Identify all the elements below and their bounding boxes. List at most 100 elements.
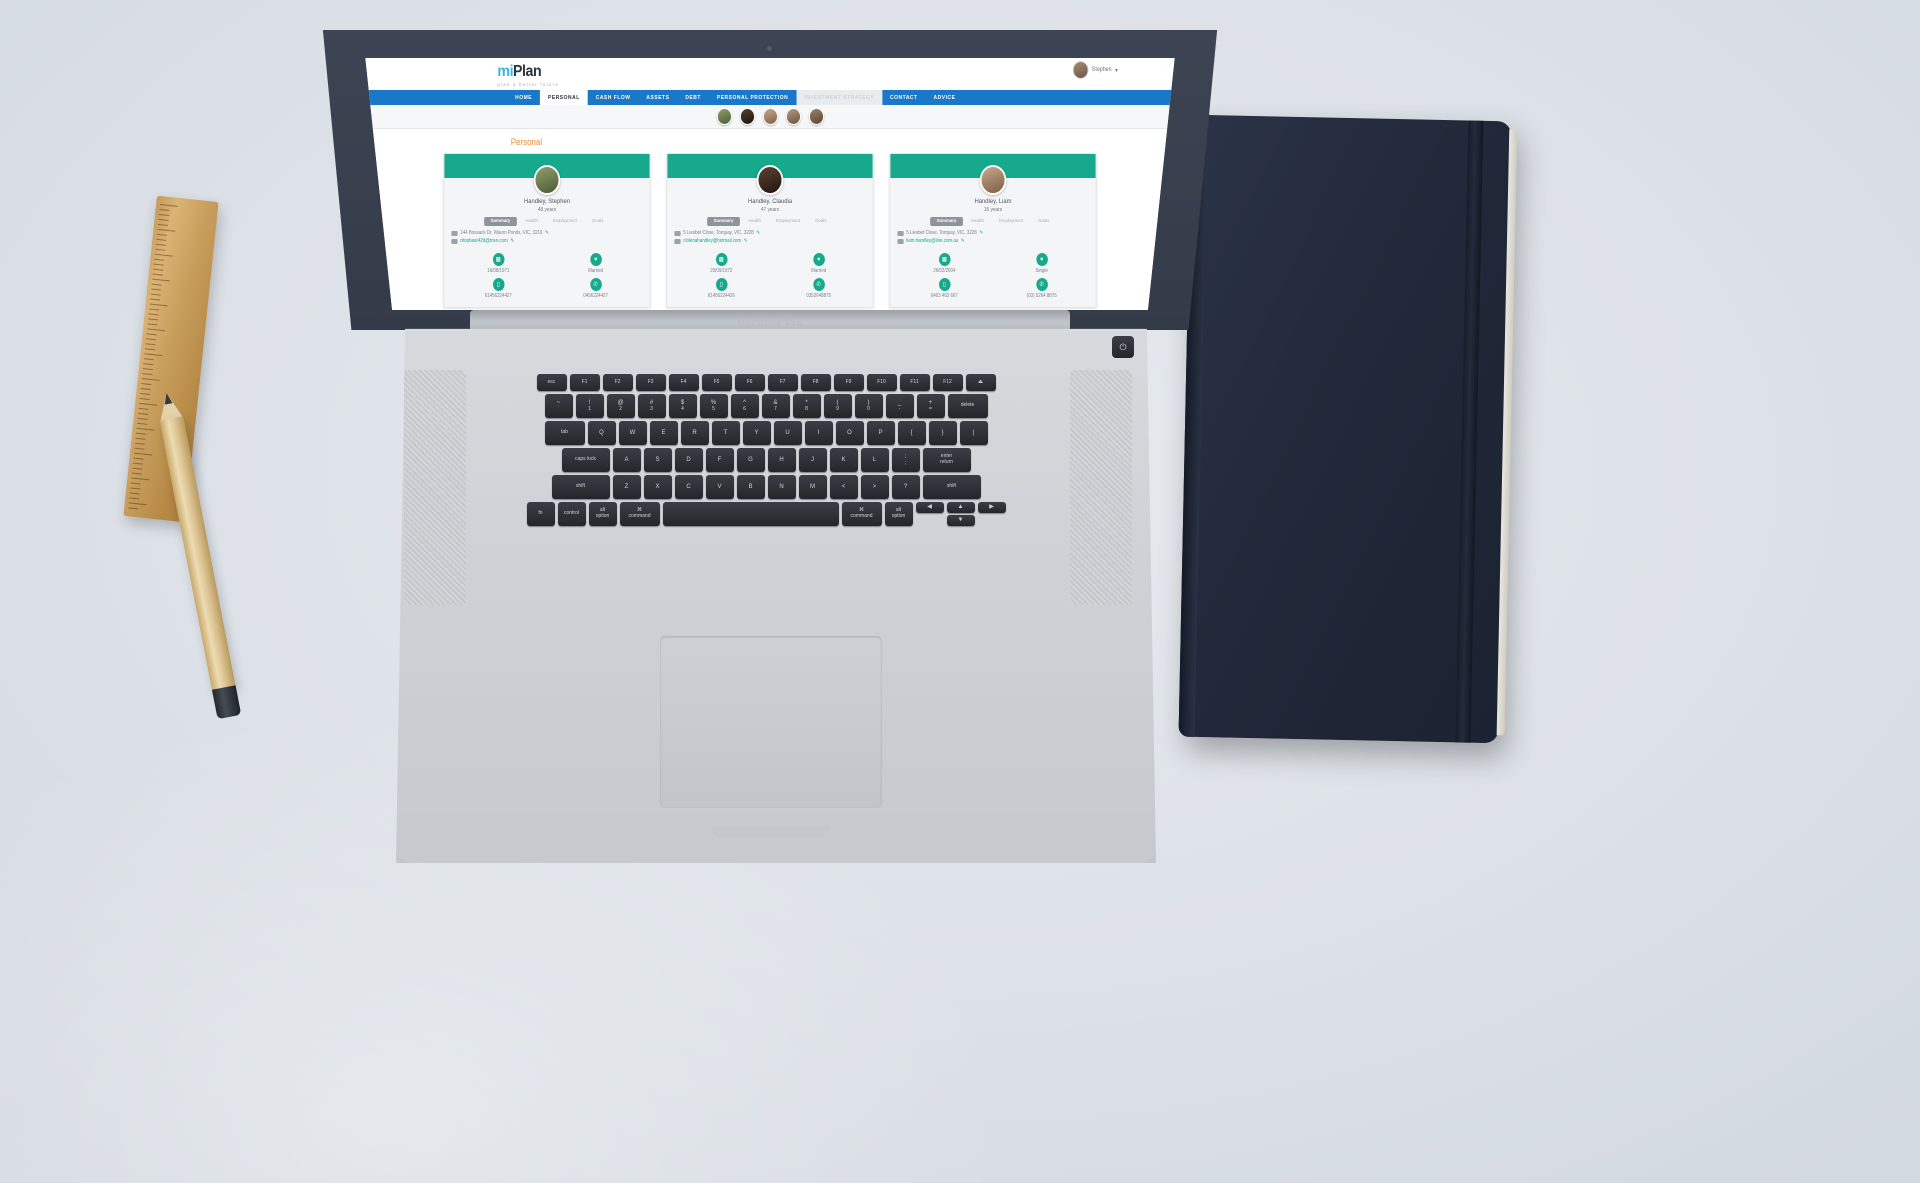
key-c[interactable]: C xyxy=(674,475,703,499)
user-menu[interactable]: Stephen ▾ xyxy=(1072,61,1118,79)
key-y[interactable]: Y xyxy=(742,421,771,445)
key-shift-right[interactable]: shift xyxy=(922,475,981,499)
key-w[interactable]: W xyxy=(618,421,647,445)
key-arrow-up[interactable]: ▲ xyxy=(946,502,975,513)
person-card[interactable]: Handley, Stephen 48 years Summary Health… xyxy=(443,153,651,308)
people-avatar-1[interactable] xyxy=(716,108,732,125)
logo[interactable]: miPlan plan a better future xyxy=(497,63,559,87)
trackpad[interactable] xyxy=(660,636,882,808)
card-tabs[interactable]: Summary Health Employment Goals xyxy=(444,217,649,226)
key-bracket-left[interactable]: { xyxy=(897,421,926,445)
key-arrow-right[interactable]: ▶ xyxy=(977,502,1006,513)
tab-summary[interactable]: Summary xyxy=(484,217,517,226)
key-delete[interactable]: delete xyxy=(947,394,988,418)
key-comma[interactable]: < xyxy=(829,475,858,499)
key-e[interactable]: E xyxy=(649,421,678,445)
key-2[interactable]: @2 xyxy=(606,394,635,418)
key-0[interactable]: ) 0 xyxy=(854,394,883,418)
email-value[interactable]: liam.handley@iine.com.au xyxy=(906,238,958,246)
key-command-left[interactable]: ⌘ command xyxy=(619,502,660,526)
key-k[interactable]: K xyxy=(829,448,858,472)
key-f12[interactable]: F12 xyxy=(932,374,963,391)
key-5[interactable]: % 5 xyxy=(699,394,728,418)
key-command-right[interactable]: ⌘ command xyxy=(841,502,882,526)
nav-item-debt[interactable]: DEBT xyxy=(677,90,709,105)
tab-goals[interactable]: Goals xyxy=(809,217,833,226)
tab-health[interactable]: Health xyxy=(519,217,544,226)
tab-summary[interactable]: Summary xyxy=(707,217,740,226)
key-f4[interactable]: F4 xyxy=(668,374,699,391)
key-f11[interactable]: F11 xyxy=(899,374,930,391)
edit-pencil-icon[interactable]: ✎ xyxy=(545,230,549,238)
card-tabs[interactable]: Summary Health Employment Goals xyxy=(667,217,872,226)
power-button[interactable]: ⏻ xyxy=(1112,336,1134,358)
people-selector-strip[interactable] xyxy=(365,105,1175,129)
key-u[interactable]: U xyxy=(773,421,802,445)
nav-item-investment-strategy[interactable]: INVESTMENT STRATEGY xyxy=(796,90,883,105)
key-f8[interactable]: F8 xyxy=(800,374,831,391)
nav-item-personal-protection[interactable]: PERSONAL PROTECTION xyxy=(709,90,796,105)
key-v[interactable]: V xyxy=(705,475,734,499)
key-g[interactable]: G xyxy=(736,448,765,472)
key-esc[interactable]: esc xyxy=(536,374,567,391)
key-equals[interactable]: + = xyxy=(916,394,945,418)
key-f7[interactable]: F7 xyxy=(767,374,798,391)
key-t[interactable]: T xyxy=(711,421,740,445)
tab-employment[interactable]: Employment xyxy=(547,217,583,226)
key-9[interactable]: (9 xyxy=(823,394,852,418)
tab-goals[interactable]: Goals xyxy=(586,217,610,226)
people-avatar-4[interactable] xyxy=(785,108,801,125)
nav-item-personal[interactable]: PERSONAL xyxy=(540,90,588,105)
nav-item-cash-flow[interactable]: CASH FLOW xyxy=(588,90,639,105)
key-q[interactable]: Q xyxy=(587,421,616,445)
key-o[interactable]: O xyxy=(835,421,864,445)
key-7[interactable]: & 7 xyxy=(761,394,790,418)
key-j[interactable]: J xyxy=(798,448,827,472)
people-avatar-5[interactable] xyxy=(808,108,824,125)
tab-health[interactable]: Health xyxy=(965,217,990,226)
edit-pencil-icon[interactable]: ✎ xyxy=(979,230,983,238)
key-b[interactable]: B xyxy=(736,475,765,499)
key-space[interactable] xyxy=(662,502,839,526)
key-i[interactable]: I xyxy=(804,421,833,445)
email-value[interactable]: dropbear42d@msn.com xyxy=(460,238,508,246)
nav-item-home[interactable]: HOME xyxy=(507,90,540,105)
key-d[interactable]: D xyxy=(674,448,703,472)
key-period[interactable]: > xyxy=(860,475,889,499)
key-f[interactable]: F xyxy=(705,448,734,472)
key-f9[interactable]: F9 xyxy=(833,374,864,391)
key-f10[interactable]: F10 xyxy=(866,374,897,391)
edit-pencil-icon[interactable]: ✎ xyxy=(756,230,760,238)
key-n[interactable]: N xyxy=(767,475,796,499)
key-bracket-right[interactable]: } xyxy=(928,421,957,445)
main-navigation[interactable]: HOME PERSONAL CASH FLOW ASSETS DEBT PERS… xyxy=(365,90,1175,105)
key-tab[interactable]: tab xyxy=(544,421,585,445)
tab-summary[interactable]: Summary xyxy=(930,217,963,226)
key-a[interactable]: A xyxy=(612,448,641,472)
key-option-right[interactable]: alt option xyxy=(884,502,913,526)
card-tabs[interactable]: Summary Health Employment Goals xyxy=(890,217,1095,226)
nav-item-contact[interactable]: CONTACT xyxy=(882,90,925,105)
tab-employment[interactable]: Employment xyxy=(770,217,806,226)
key-8[interactable]: * 8 xyxy=(792,394,821,418)
key-h[interactable]: H xyxy=(767,448,796,472)
edit-pencil-icon[interactable]: ✎ xyxy=(961,238,965,246)
key-x[interactable]: X xyxy=(643,475,672,499)
key-z[interactable]: Z xyxy=(612,475,641,499)
key-arrow-left[interactable]: ◀ xyxy=(915,502,944,513)
key-f1[interactable]: F1 xyxy=(569,374,600,391)
key-caps-lock[interactable]: caps lock xyxy=(561,448,610,472)
key-s[interactable]: S xyxy=(643,448,672,472)
edit-pencil-icon[interactable]: ✎ xyxy=(510,238,514,246)
edit-pencil-icon[interactable]: ✎ xyxy=(744,238,748,246)
key-slash[interactable]: ? xyxy=(891,475,920,499)
tab-health[interactable]: Health xyxy=(742,217,767,226)
key-p[interactable]: P xyxy=(866,421,895,445)
key-4[interactable]: $4 xyxy=(668,394,697,418)
person-card[interactable]: Handley, Claudia 47 years Summary Health… xyxy=(666,153,874,308)
keyboard[interactable]: esc F1 F2 F3 F4 F5 F6 F7 F8 F9 F10 F11 F… xyxy=(478,374,1054,602)
key-f5[interactable]: F5 xyxy=(701,374,732,391)
key-6[interactable]: ^ 6 xyxy=(730,394,759,418)
key-r[interactable]: R xyxy=(680,421,709,445)
key-fn[interactable]: fn xyxy=(526,502,555,526)
